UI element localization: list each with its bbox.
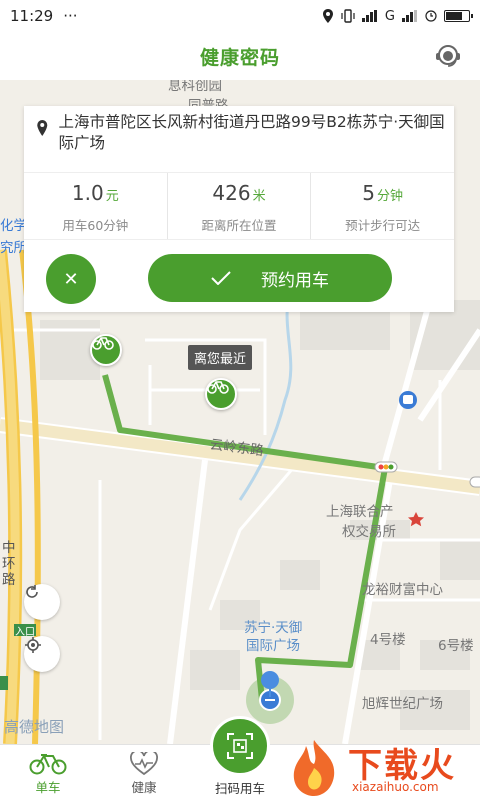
stat-unit: 分钟 bbox=[377, 189, 404, 204]
nearest-tag: 离您最近 bbox=[188, 345, 253, 370]
cancel-button[interactable]: ✕ bbox=[46, 254, 96, 304]
vibrate-icon bbox=[341, 9, 355, 23]
map-label-suning-2: 国际广场 bbox=[246, 638, 300, 654]
network-type: G bbox=[384, 8, 395, 24]
bike-icon bbox=[92, 337, 114, 350]
map-label-bldg6: 6号楼 bbox=[438, 638, 474, 654]
stat-label: 预计步行可达 bbox=[345, 218, 421, 233]
watermark: 下载火 xiazaihuo.com bbox=[286, 736, 476, 800]
map-label-research: 究所 bbox=[0, 240, 27, 256]
qr-scan-icon bbox=[227, 733, 253, 759]
locate-icon bbox=[25, 637, 41, 653]
address-text: 上海市普陀区长风新村街道丹巴路99号B2栋苏宁·天御国际广场 bbox=[58, 113, 445, 152]
reserve-button[interactable]: 预约用车 bbox=[148, 254, 392, 302]
close-icon: ✕ bbox=[63, 268, 79, 290]
tab-label: 健康 bbox=[131, 780, 157, 795]
scan-label: 扫码用车 bbox=[214, 781, 265, 796]
stat-label: 用车60分钟 bbox=[62, 218, 129, 233]
refresh-button[interactable] bbox=[24, 584, 60, 620]
location-pin-icon bbox=[37, 120, 48, 136]
refresh-icon bbox=[26, 585, 38, 598]
stat-unit: 元 bbox=[105, 189, 119, 204]
scan-circle[interactable] bbox=[210, 716, 270, 776]
bike-marker[interactable] bbox=[90, 334, 122, 366]
address-row: 上海市普陀区长风新村街道丹巴路99号B2栋苏宁·天御国际广场 bbox=[36, 112, 446, 160]
map-label-exchange-2: 权交易所 bbox=[342, 524, 396, 540]
stats-row: 1.0 元 用车60分钟 426 米 距离所在位置 5 分钟 预计步行可达 bbox=[24, 172, 454, 240]
map-label-top: 息科创园 bbox=[168, 80, 222, 94]
customer-service-icon[interactable] bbox=[434, 42, 462, 70]
status-time: 11:29 bbox=[10, 7, 54, 25]
bike-icon bbox=[29, 754, 67, 775]
stat-price: 1.0 元 用车60分钟 bbox=[24, 173, 167, 239]
page-title: 健康密码 bbox=[199, 46, 280, 69]
map-label-zhonghuan: 中环路 bbox=[2, 540, 16, 588]
app-bar: 健康密码 bbox=[0, 32, 480, 80]
map-label-bldg4: 4号楼 bbox=[370, 632, 406, 648]
battery-icon bbox=[444, 10, 473, 22]
stat-value: 5 bbox=[362, 181, 376, 205]
alarm-icon bbox=[425, 10, 437, 22]
stat-walk-time: 5 分钟 预计步行可达 bbox=[310, 173, 454, 239]
flame-logo-icon bbox=[293, 740, 335, 796]
stat-unit: 米 bbox=[252, 189, 266, 204]
tab-label: 单车 bbox=[35, 780, 61, 795]
bike-marker-nearest[interactable] bbox=[205, 378, 237, 410]
watermark-url: xiazaihuo.com bbox=[352, 780, 439, 794]
signal-2-icon bbox=[402, 10, 417, 22]
tab-bike[interactable]: 单车 bbox=[18, 751, 78, 796]
stat-label: 距离所在位置 bbox=[201, 218, 277, 233]
location-icon bbox=[322, 9, 333, 23]
heart-pulse-icon bbox=[130, 752, 158, 776]
status-bar: 11:29 ··· G bbox=[0, 0, 480, 32]
check-icon bbox=[211, 271, 231, 285]
tab-health[interactable]: 健康 bbox=[114, 751, 174, 796]
map-label-exchange-1: 上海联合产 bbox=[326, 504, 394, 520]
stat-value: 426 bbox=[212, 181, 251, 205]
map-label-longyu: 龙裕财富中心 bbox=[362, 582, 443, 598]
locate-button[interactable] bbox=[24, 636, 60, 672]
scan-button[interactable]: 扫码用车 bbox=[206, 716, 274, 800]
amap-logo: 高德地图 bbox=[4, 718, 65, 736]
reserve-label: 预约用车 bbox=[261, 270, 329, 291]
status-dots: ··· bbox=[63, 7, 78, 25]
stat-distance: 426 米 距离所在位置 bbox=[166, 173, 311, 239]
bike-icon bbox=[207, 381, 229, 394]
map-label-suning-1: 苏宁·天御 bbox=[244, 620, 303, 636]
map-label-xuhui: 旭辉世纪广场 bbox=[362, 696, 443, 712]
bike-info-card: 上海市普陀区长风新村街道丹巴路99号B2栋苏宁·天御国际广场 1.0 元 用车60… bbox=[24, 106, 454, 312]
stat-value: 1.0 bbox=[71, 181, 104, 205]
map-label-huaxue: 化学 bbox=[0, 218, 27, 234]
signal-icon bbox=[361, 10, 377, 22]
